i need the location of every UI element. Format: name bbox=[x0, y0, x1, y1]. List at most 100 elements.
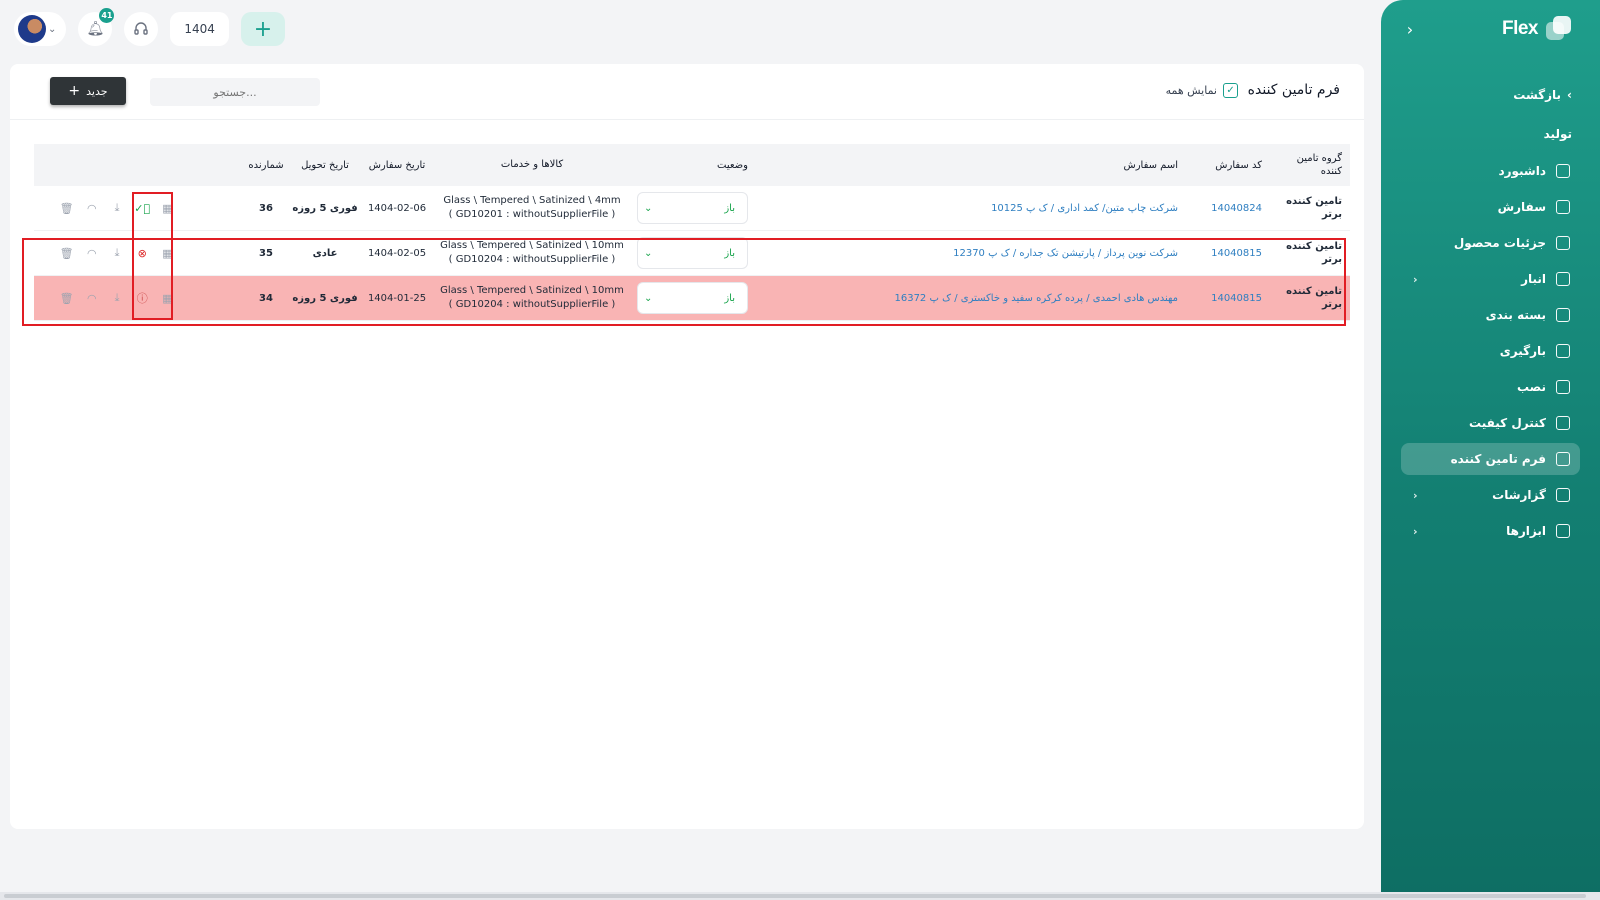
sidebar-item-label: نصب bbox=[1516, 380, 1546, 394]
sidebar: Flex ‹ › بازگشت تولید داشبورد سفارش جزئی… bbox=[1381, 0, 1600, 900]
show-all-checkbox[interactable]: ✓ bbox=[1223, 83, 1238, 98]
logo-text: Flex bbox=[1501, 18, 1539, 39]
goods-code: ( GD10201 : withoutSupplierFile ) bbox=[448, 209, 616, 220]
order-name-link[interactable]: مهندس هادی احمدی / پرده کرکره سفید و خاک… bbox=[678, 276, 1178, 320]
scrollbar-thumb[interactable] bbox=[4, 894, 1586, 898]
support-icon[interactable]: ◠ bbox=[79, 288, 104, 308]
show-all-label: نمایش همه bbox=[1165, 84, 1217, 97]
order-code-link[interactable]: 14040815 bbox=[1202, 276, 1262, 320]
cell-goods: Glass \ Tempered \ Satinized \ 4mm ( GD10… bbox=[434, 186, 630, 230]
calendar-icon[interactable]: ▦ bbox=[155, 288, 180, 308]
plus-icon: + bbox=[68, 83, 81, 99]
download-icon[interactable]: ⤓ bbox=[104, 243, 129, 263]
calendar-icon[interactable]: ▦ bbox=[155, 243, 180, 263]
search-input[interactable] bbox=[150, 78, 320, 106]
home-icon bbox=[1556, 164, 1570, 178]
sidebar-item-product-details[interactable]: جزئیات محصول bbox=[1401, 227, 1580, 259]
status-select[interactable]: باز ⌄ bbox=[637, 237, 748, 269]
year-selector[interactable]: 1404 bbox=[170, 12, 229, 46]
sidebar-item-warehouse[interactable]: انبار ‹ bbox=[1401, 263, 1580, 295]
calendar-icon[interactable]: ▦ bbox=[155, 198, 180, 218]
sidebar-item-order[interactable]: سفارش bbox=[1401, 191, 1580, 223]
sidebar-item-install[interactable]: نصب bbox=[1401, 371, 1580, 403]
order-code-link[interactable]: 14040815 bbox=[1202, 231, 1262, 275]
avatar[interactable] bbox=[18, 15, 46, 43]
order-name-link[interactable]: شرکت چاپ متین/ کمد اداری / ک پ 10125 bbox=[678, 186, 1178, 230]
card-header: فرم تامین کننده ✓ نمایش همه + جدید bbox=[10, 64, 1364, 120]
show-all-toggle[interactable]: ✓ نمایش همه bbox=[1166, 83, 1238, 98]
sidebar-item-reports[interactable]: گزارشات ‹ bbox=[1401, 479, 1580, 511]
notification-button[interactable]: 🔔︎ 41 bbox=[78, 8, 115, 46]
chevron-left-icon: ‹ bbox=[1413, 488, 1418, 502]
col-header-number[interactable]: شمارنده bbox=[244, 144, 288, 186]
cell-status: باز ⌄ bbox=[633, 276, 748, 320]
status-select[interactable]: باز ⌄ bbox=[637, 192, 748, 224]
order-name-link[interactable]: شرکت نوین پرداز / پارتیشن تک جداره / ک پ… bbox=[678, 231, 1178, 275]
status-value: باز bbox=[724, 247, 735, 259]
sidebar-item-quality-control[interactable]: کنترل کیفیت bbox=[1401, 407, 1580, 439]
col-header-order-date[interactable]: تاریخ سفارش bbox=[362, 144, 432, 186]
headset-button[interactable] bbox=[124, 12, 159, 46]
headset-icon bbox=[134, 22, 149, 35]
table-row[interactable]: تامین کننده برتر 14040815 مهندس هادی احم… bbox=[34, 276, 1350, 321]
delete-icon[interactable]: 🗑︎ bbox=[54, 243, 79, 263]
topbar: ⌄ 🔔︎ 41 1404 + bbox=[14, 8, 285, 46]
col-header-code[interactable]: کد سفارش bbox=[1202, 144, 1262, 186]
col-header-name[interactable]: اسم سفارش bbox=[678, 144, 1178, 186]
user-menu[interactable]: ⌄ bbox=[14, 12, 67, 46]
chevron-down-icon: ⌄ bbox=[644, 292, 653, 304]
table-row[interactable]: تامین کننده برتر 14040815 شرکت نوین پردا… bbox=[34, 231, 1350, 276]
chevron-down-icon[interactable]: ⌄ bbox=[48, 24, 56, 35]
status-select[interactable]: باز ⌄ bbox=[637, 282, 748, 314]
col-header-delivery-date[interactable]: تاریخ تحویل bbox=[292, 144, 358, 186]
col-header-goods[interactable]: کالاها و خدمات bbox=[434, 144, 630, 186]
sidebar-item-supplier-form[interactable]: فرم تامین کننده bbox=[1401, 443, 1580, 475]
chevron-right-icon: › bbox=[1567, 88, 1572, 102]
goods-line: Glass \ Tempered \ Satinized \ 4mm bbox=[443, 194, 621, 206]
support-icon[interactable]: ◠ bbox=[79, 243, 104, 263]
table-header: گروه تامین کننده کد سفارش اسم سفارش وضعی… bbox=[34, 144, 1350, 186]
sidebar-item-dashboard[interactable]: داشبورد bbox=[1401, 155, 1580, 187]
horizontal-scrollbar[interactable] bbox=[0, 892, 1600, 900]
sidebar-item-label: گزارشات bbox=[1492, 488, 1546, 502]
support-icon[interactable]: ◠ bbox=[79, 198, 104, 218]
goods-code: ( GD10204 : withoutSupplierFile ) bbox=[448, 254, 616, 265]
logo-icon bbox=[1546, 16, 1572, 42]
chevron-down-icon: ⌄ bbox=[644, 202, 653, 214]
notification-badge: 41 bbox=[99, 8, 115, 23]
cell-number: 36 bbox=[259, 202, 273, 214]
plus-icon: + bbox=[253, 16, 273, 42]
new-button-label: جدید bbox=[86, 84, 108, 98]
page-title: فرم تامین کننده bbox=[1247, 82, 1340, 98]
cell-number: 35 bbox=[259, 247, 273, 259]
chevron-down-icon: ⌄ bbox=[644, 247, 653, 259]
sidebar-item-packaging[interactable]: بسته بندی bbox=[1401, 299, 1580, 331]
info-circle-icon[interactable]: ⓘ bbox=[130, 288, 155, 308]
cell-status: باز ⌄ bbox=[633, 231, 748, 275]
download-icon[interactable]: ⤓ bbox=[104, 198, 129, 218]
row-actions: 🗑︎ ◠ ⤓ ⊗ ▦ bbox=[54, 231, 180, 275]
back-button[interactable]: › بازگشت bbox=[1513, 88, 1572, 102]
download-icon[interactable]: ⤓ bbox=[104, 288, 129, 308]
col-header-group[interactable]: گروه تامین کننده bbox=[1286, 144, 1342, 186]
col-header-status[interactable]: وضعیت bbox=[633, 144, 748, 186]
chevron-left-icon: ‹ bbox=[1413, 524, 1418, 538]
quick-add-button[interactable]: + bbox=[240, 12, 285, 46]
delete-icon[interactable]: 🗑︎ bbox=[54, 288, 79, 308]
warehouse-icon bbox=[1556, 272, 1570, 286]
goods-code: ( GD10204 : withoutSupplierFile ) bbox=[448, 299, 616, 310]
sidebar-item-tools[interactable]: ابزارها ‹ bbox=[1401, 515, 1580, 547]
sidebar-item-loading[interactable]: بارگیری bbox=[1401, 335, 1580, 367]
cell-delivery-date: فوری 5 روزه bbox=[292, 202, 358, 214]
error-circle-icon[interactable]: ⊗ bbox=[130, 243, 155, 263]
install-icon bbox=[1556, 380, 1570, 394]
logo[interactable]: Flex bbox=[1502, 16, 1572, 42]
new-button[interactable]: + جدید bbox=[50, 77, 126, 105]
order-code-link[interactable]: 14040824 bbox=[1202, 186, 1262, 230]
delete-icon[interactable]: 🗑︎ bbox=[54, 198, 79, 218]
table-row[interactable]: تامین کننده برتر 14040824 شرکت چاپ متین/… bbox=[34, 186, 1350, 231]
sidebar-item-label: ابزارها bbox=[1506, 524, 1546, 538]
sidebar-item-label: کنترل کیفیت bbox=[1469, 416, 1546, 430]
collapse-sidebar-button[interactable]: ‹ bbox=[1399, 18, 1421, 40]
check-circle-icon[interactable]: ✓⃝ bbox=[130, 198, 155, 218]
